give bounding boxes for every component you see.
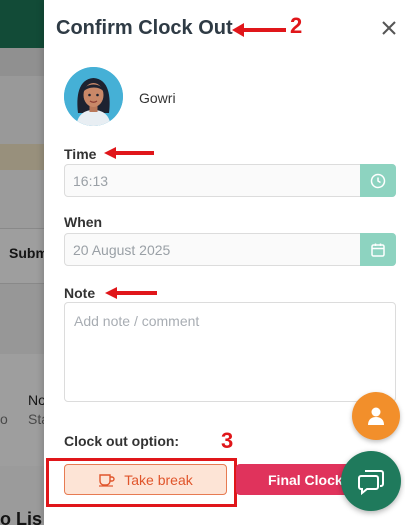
- note-label: Note: [64, 285, 96, 301]
- clock-out-option-label: Clock out option:: [64, 433, 180, 449]
- date-picker-button[interactable]: [360, 233, 396, 266]
- take-break-button[interactable]: Take break: [64, 464, 227, 495]
- note-textarea[interactable]: Add note / comment: [64, 302, 396, 402]
- user-name: Gowri: [139, 90, 176, 106]
- avatar-illustration: [64, 67, 123, 126]
- take-break-label: Take break: [124, 471, 193, 488]
- dialog-title: Confirm Clock Out: [56, 17, 233, 39]
- confirm-clock-out-drawer: Confirm Clock Out 2 Gowri Time 16:13 Whe…: [44, 0, 405, 525]
- annotation-number-3: 3: [221, 428, 234, 453]
- chat-fab-button[interactable]: [341, 451, 401, 511]
- user-fab-button[interactable]: [352, 392, 400, 440]
- dim-overlay[interactable]: [0, 0, 44, 525]
- coffee-cup-icon: [99, 473, 115, 487]
- arrow-icon: [104, 147, 154, 159]
- date-field[interactable]: 20 August 2025: [64, 233, 396, 266]
- date-value: 20 August 2025: [73, 242, 171, 258]
- clock-icon: [370, 173, 386, 188]
- user-icon: [368, 407, 384, 425]
- avatar: [64, 67, 123, 126]
- calendar-icon: [371, 243, 385, 257]
- annotation-number-2: 2: [290, 13, 303, 38]
- arrow-icon: [105, 287, 157, 299]
- time-value: 16:13: [73, 173, 109, 189]
- chat-icon: [358, 470, 384, 496]
- arrow-icon: [232, 23, 286, 37]
- note-placeholder: Add note / comment: [74, 313, 200, 329]
- close-icon[interactable]: [378, 17, 400, 39]
- time-picker-button[interactable]: [360, 164, 396, 197]
- time-label: Time: [64, 146, 97, 162]
- final-clock-label: Final Clock: [268, 471, 343, 488]
- when-label: When: [64, 214, 103, 230]
- time-field[interactable]: 16:13: [64, 164, 396, 197]
